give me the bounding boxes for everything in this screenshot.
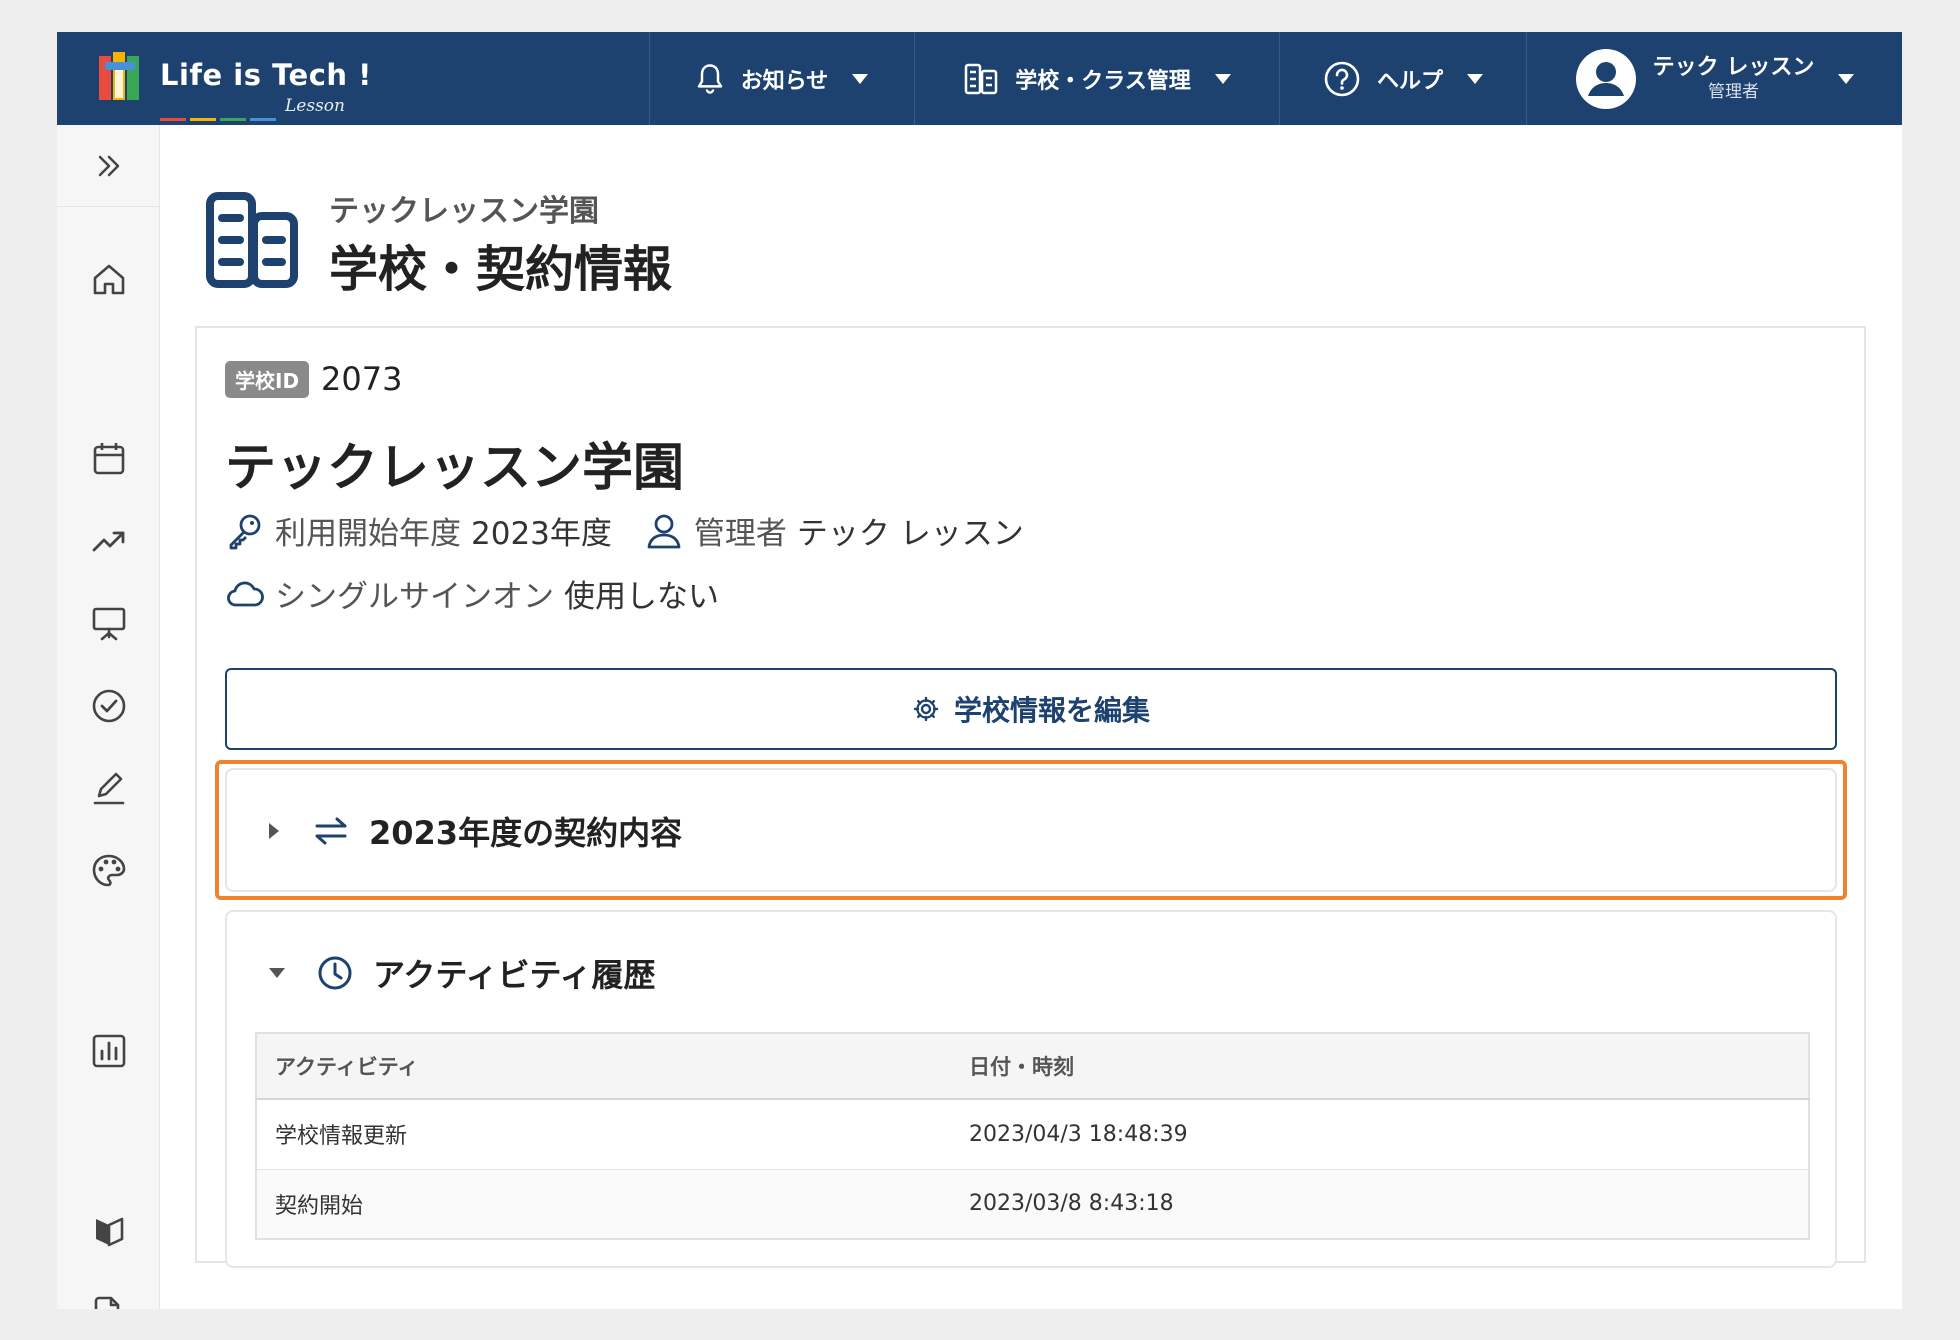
activity-table: アクティビティ 日付・時刻 学校情報更新 2023/04/3 18:48:39 … [255,1032,1810,1240]
school-id-value: 2073 [321,360,403,398]
beginner-mark-icon [96,1217,124,1247]
sidebar-item-home[interactable] [87,257,131,301]
activity-cell: 契約開始 [256,1168,951,1239]
nav-notifications[interactable]: お知らせ [649,32,913,125]
sidebar-item-documents[interactable] [87,1291,131,1309]
activity-accordion: アクティビティ履歴 アクティビティ 日付・時刻 学校情報更新 2023/04/3… [225,910,1837,1268]
admin-value: テック レッスン [796,516,1024,552]
palette-icon [92,854,126,887]
logo-text: Life is Tech ! [160,58,372,92]
sidebar-item-tasks[interactable] [87,684,131,728]
bell-icon [697,63,723,94]
key-icon [229,514,261,549]
admin-label: 管理者 [693,516,787,552]
school-meta-row: 利用開始年度 2023年度 管理者 テック レッスン [225,508,1024,553]
calendar-icon [93,443,125,475]
activity-accordion-header[interactable]: アクティビティ履歴 [269,950,656,996]
logo-subtext: Lesson [285,96,345,116]
edit-school-info-label: 学校情報を編集 [953,694,1150,727]
chevron-down-icon [852,73,869,84]
user-role: 管理者 [1707,81,1759,102]
chevron-down-icon [1838,73,1855,84]
sidebar-item-presentation[interactable] [87,601,131,645]
datetime-cell: 2023/04/3 18:48:39 [951,1098,1809,1169]
document-edit-icon [94,1296,120,1309]
start-year-label: 利用開始年度 [275,516,461,552]
chevron-down-icon [1467,73,1483,84]
contract-accordion-header[interactable]: 2023年度の契約内容 [269,808,682,854]
sso-label: シングルサインオン [275,579,554,615]
nav-help[interactable]: ヘルプ [1279,32,1526,125]
school-name: テックレッスン学園 [225,439,685,498]
sso-value: 使用しない [564,579,719,615]
contract-accordion-title: 2023年度の契約内容 [369,814,683,852]
trend-icon [92,531,125,552]
school-info-card: 学校ID 2073 テックレッスン学園 利用開始年度 2023年度 管理者 テッ… [195,326,1866,1268]
gear-icon [913,696,939,722]
app-window: Life is Tech ! Lesson お知らせ 学校・クラス管理 ヘルプ … [57,32,1902,1309]
sidebar-item-guide[interactable] [87,1209,131,1253]
sidebar-item-calendar[interactable] [87,437,131,481]
user-menu[interactable]: テック レッスン 管理者 [1526,32,1902,125]
nav-school-class-management[interactable]: 学校・クラス管理 [914,32,1279,125]
column-header-activity: アクティビティ [256,1033,951,1100]
table-row: 契約開始 2023/03/8 8:43:18 [256,1168,1809,1239]
building-icon [964,63,998,94]
sso-row: シングルサインオン 使用しない [225,571,719,616]
contract-accordion[interactable]: 2023年度の契約内容 [225,768,1837,892]
sidebar [57,125,160,1309]
user-icon [647,514,681,548]
bar-chart-icon [92,1034,126,1068]
double-chevron-right-icon [98,155,119,176]
logo-color-lines [160,106,280,121]
column-header-datetime: 日付・時刻 [951,1033,1809,1100]
activity-cell: 学校情報更新 [256,1098,951,1169]
help-circle-icon [1324,61,1360,96]
nav-help-label: ヘルプ [1376,68,1443,94]
sidebar-expand-button[interactable] [57,125,160,207]
check-circle-icon [92,689,126,723]
sidebar-item-reports[interactable] [87,1029,131,1073]
table-row: 学校情報更新 2023/04/3 18:48:39 [256,1098,1809,1169]
building-icon [206,192,298,288]
top-navigation-bar: Life is Tech ! Lesson お知らせ 学校・クラス管理 ヘルプ … [57,32,1902,125]
presentation-icon [92,607,126,641]
swap-arrows-icon [315,817,347,845]
sidebar-item-progress[interactable] [87,519,131,563]
nav-notifications-label: お知らせ [740,68,829,94]
caret-down-icon [269,968,285,978]
start-year-value: 2023年度 [471,516,612,552]
school-id-badge: 学校ID [225,360,310,398]
user-info: テック レッスン 管理者 [1653,55,1815,102]
user-name: テック レッスン [1652,55,1815,81]
page-school-name: テックレッスン学園 [329,194,599,229]
sidebar-item-edit[interactable] [87,766,131,810]
clock-icon [318,956,352,990]
sidebar-item-design[interactable] [87,849,131,893]
nav-school-class-management-label: 学校・クラス管理 [1015,68,1191,94]
table-header-row: アクティビティ 日付・時刻 [256,1033,1809,1100]
pencil-icon [93,772,125,805]
logo-mark-icon [99,52,139,100]
datetime-cell: 2023/03/8 8:43:18 [951,1168,1809,1239]
chevron-down-icon [1214,73,1231,84]
avatar-icon [1575,48,1636,109]
caret-right-icon [269,823,279,839]
activity-accordion-title: アクティビティ履歴 [373,956,656,994]
school-id-row: 学校ID 2073 [225,360,402,398]
page-title: 学校・契約情報 [329,241,673,298]
logo[interactable]: Life is Tech ! Lesson [99,48,371,121]
home-icon [93,264,125,295]
cloud-icon [227,581,264,606]
edit-school-info-button[interactable]: 学校情報を編集 [225,668,1837,750]
